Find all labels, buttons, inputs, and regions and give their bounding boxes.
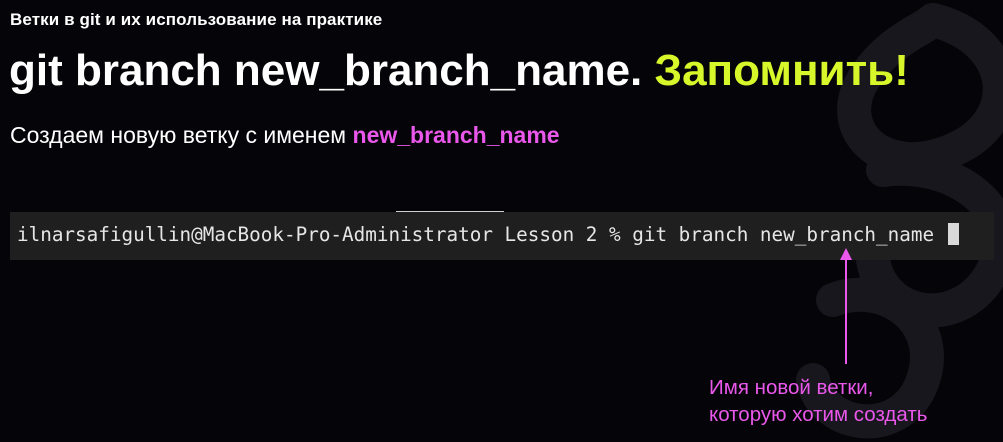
terminal-command-text: ilnarsafigullin@MacBook-Pro-Administrato… <box>17 223 935 246</box>
annotation-line-1: Имя новой ветки, <box>709 376 874 399</box>
headline-command: git branch new_branch_name. <box>9 46 643 95</box>
slide-headline: git branch new_branch_name. Запомнить! <box>9 46 909 96</box>
slide-subline: Создаем новую ветку с именем new_branch_… <box>10 122 560 149</box>
subline-branch-name: new_branch_name <box>352 122 560 148</box>
annotation-line-2: которую хотим создать <box>709 403 928 426</box>
terminal-command-line: ilnarsafigullin@MacBook-Pro-Administrato… <box>17 223 959 246</box>
arrow-up-icon <box>840 248 852 364</box>
lesson-topic: Ветки в git и их использование на практи… <box>10 10 383 29</box>
headline-accent: Запомнить! <box>654 46 909 95</box>
terminal-cursor <box>947 223 959 245</box>
subline-text: Создаем новую ветку с именем <box>10 122 347 148</box>
terminal-top-divider <box>396 211 504 212</box>
annotation-caption: Имя новой ветки, которую хотим создать <box>709 374 927 428</box>
